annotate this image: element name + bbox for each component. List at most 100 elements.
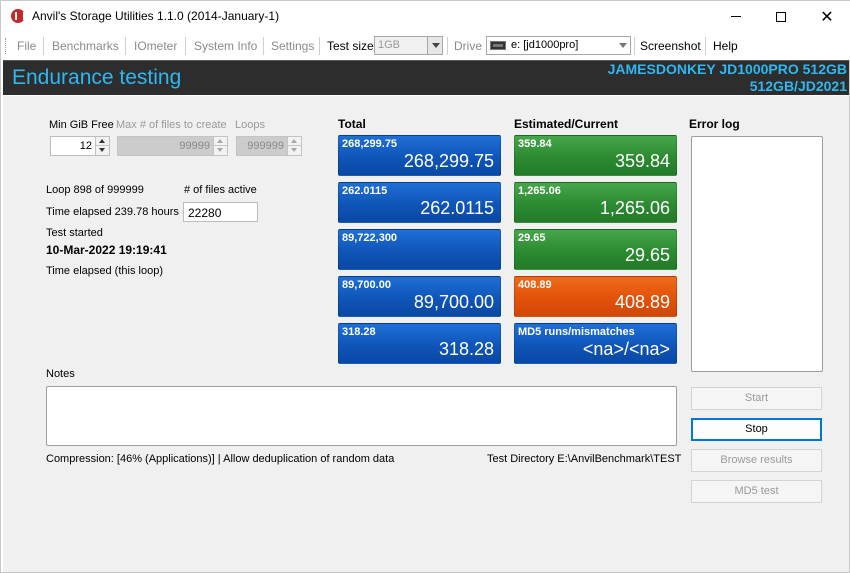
- drive-icon: [490, 41, 506, 50]
- chevron-down-icon[interactable]: [615, 37, 630, 54]
- md5-test-button[interactable]: MD5 test: [691, 480, 822, 503]
- minimize-icon: [731, 16, 741, 17]
- tile-caption: 318.28: [342, 326, 376, 338]
- menu-separator: [185, 37, 186, 55]
- total-tile: 262.0115 262.0115: [338, 182, 501, 223]
- spin-arrows: [213, 137, 227, 155]
- close-button[interactable]: ✕: [804, 1, 850, 32]
- tile-caption: 89,722,300: [342, 232, 398, 244]
- tile-caption: 268,299.75: [342, 138, 398, 150]
- total-tile: 318.28 318.28: [338, 323, 501, 364]
- spin-down-icon: [288, 146, 301, 155]
- error-log-box[interactable]: [691, 136, 823, 372]
- drive-model-line1: JAMESDONKEY JD1000PRO 512GB: [607, 61, 847, 77]
- test-started-value: 10-Mar-2022 19:19:41: [46, 243, 167, 257]
- max-files-label: Max # of files to create: [116, 119, 227, 131]
- page-title: Endurance testing: [12, 66, 182, 89]
- drive-model: JAMESDONKEY JD1000PRO 512GB 512GB/JD2021: [608, 61, 847, 95]
- tile-caption: 262.0115: [342, 185, 388, 197]
- compression-info: Compression: [46% (Applications)] | Allo…: [46, 453, 395, 465]
- chevron-down-icon[interactable]: [427, 37, 442, 54]
- loops-value: 999999: [247, 140, 284, 152]
- loops-stepper: 999999: [236, 136, 302, 156]
- menu-system-info[interactable]: System Info: [194, 39, 257, 53]
- title-bar: Anvil's Storage Utilities 1.1.0 (2014-Ja…: [1, 1, 850, 32]
- min-gib-free-value: 12: [79, 140, 92, 152]
- total-heading: Total: [338, 117, 366, 131]
- tile-caption: 29.65: [518, 232, 546, 244]
- maximize-icon: [776, 11, 786, 22]
- tile-value: 268,299.75: [403, 151, 494, 171]
- max-files-value: 99999: [179, 140, 210, 152]
- spin-arrows: [287, 137, 301, 155]
- total-tile: 89,700.00 89,700.00: [338, 276, 501, 317]
- tile-value: <na>/<na>: [582, 339, 670, 359]
- current-tile: 408.89 408.89: [514, 276, 677, 317]
- menu-bar: File Benchmarks IOmeter System Info Sett…: [1, 32, 850, 60]
- tile-caption: MD5 runs/mismatches: [518, 326, 635, 338]
- menu-help[interactable]: Help: [713, 39, 738, 53]
- test-directory: Test Directory E:\AnvilBenchmark\TEST: [487, 453, 682, 465]
- menu-separator: [634, 37, 635, 55]
- minimize-button[interactable]: [713, 1, 759, 32]
- test-started-label: Test started: [46, 227, 103, 239]
- tile-value: 262.0115: [420, 198, 494, 218]
- menu-screenshot[interactable]: Screenshot: [640, 39, 701, 53]
- current-tile: 29.65 29.65: [514, 229, 677, 270]
- header-banner: Endurance testing JAMESDONKEY JD1000PRO …: [3, 60, 849, 95]
- files-active-label: # of files active: [184, 184, 257, 196]
- time-elapsed-loop: Time elapsed (this loop): [46, 265, 163, 277]
- tile-value: 318.28: [438, 339, 494, 359]
- tile-value: 408.89: [614, 292, 670, 312]
- drive-value: e: [jd1000pro]: [511, 39, 579, 51]
- total-tile: 89,722,300: [338, 229, 501, 270]
- window-title: Anvil's Storage Utilities 1.1.0 (2014-Ja…: [32, 9, 280, 23]
- menu-iometer[interactable]: IOmeter: [134, 39, 177, 53]
- spin-up-icon: [214, 137, 227, 146]
- browse-results-button[interactable]: Browse results: [691, 449, 822, 472]
- md5-tile: MD5 runs/mismatches <na>/<na>: [514, 323, 677, 364]
- spin-arrows: [95, 137, 109, 155]
- loop-status: Loop 898 of 999999: [46, 184, 144, 196]
- maximize-button[interactable]: [758, 1, 804, 32]
- toolbar-grip[interactable]: [5, 38, 7, 54]
- tile-value: 29.65: [624, 245, 670, 265]
- total-tile: 268,299.75 268,299.75: [338, 135, 501, 176]
- tile-value: 359.84: [614, 151, 670, 171]
- tile-caption: 1,265.06: [518, 185, 561, 197]
- spin-down-icon[interactable]: [96, 146, 109, 155]
- test-size-value: 1GB: [378, 39, 401, 51]
- anvil-app-icon: [11, 9, 25, 23]
- drive-model-line2: 512GB/JD2021: [749, 78, 847, 94]
- spin-up-icon[interactable]: [96, 137, 109, 146]
- app-window: Anvil's Storage Utilities 1.1.0 (2014-Ja…: [0, 0, 850, 573]
- test-size-select[interactable]: 1GB: [374, 36, 443, 55]
- loops-label: Loops: [235, 119, 265, 131]
- menu-separator: [447, 37, 448, 55]
- menu-file[interactable]: File: [17, 39, 36, 53]
- main-panel: Min GiB Free 12 Max # of files to create…: [3, 96, 849, 572]
- menu-separator: [125, 37, 126, 55]
- error-log-heading: Error log: [689, 117, 740, 131]
- menu-separator: [705, 37, 706, 55]
- menu-separator: [263, 37, 264, 55]
- min-gib-free-stepper[interactable]: 12: [50, 136, 110, 156]
- notes-label: Notes: [46, 368, 75, 380]
- menu-separator: [319, 37, 320, 55]
- min-gib-free-label: Min GiB Free: [49, 119, 114, 131]
- time-elapsed: Time elapsed 239.78 hours: [46, 206, 179, 218]
- tile-caption: 359.84: [518, 138, 552, 150]
- files-active-field[interactable]: 22280: [183, 202, 258, 222]
- drive-select[interactable]: e: [jd1000pro]: [486, 36, 631, 55]
- tile-value: 89,700.00: [413, 292, 494, 312]
- close-icon: ✕: [820, 8, 834, 26]
- current-tile: 359.84 359.84: [514, 135, 677, 176]
- stop-button[interactable]: Stop: [691, 418, 822, 441]
- notes-textarea[interactable]: [46, 386, 677, 446]
- start-button[interactable]: Start: [691, 387, 822, 410]
- menu-benchmarks[interactable]: Benchmarks: [52, 39, 119, 53]
- files-active-value: 22280: [188, 206, 222, 220]
- test-size-label: Test size: [327, 39, 374, 53]
- menu-settings[interactable]: Settings: [271, 39, 314, 53]
- tile-value: 1,265.06: [599, 198, 670, 218]
